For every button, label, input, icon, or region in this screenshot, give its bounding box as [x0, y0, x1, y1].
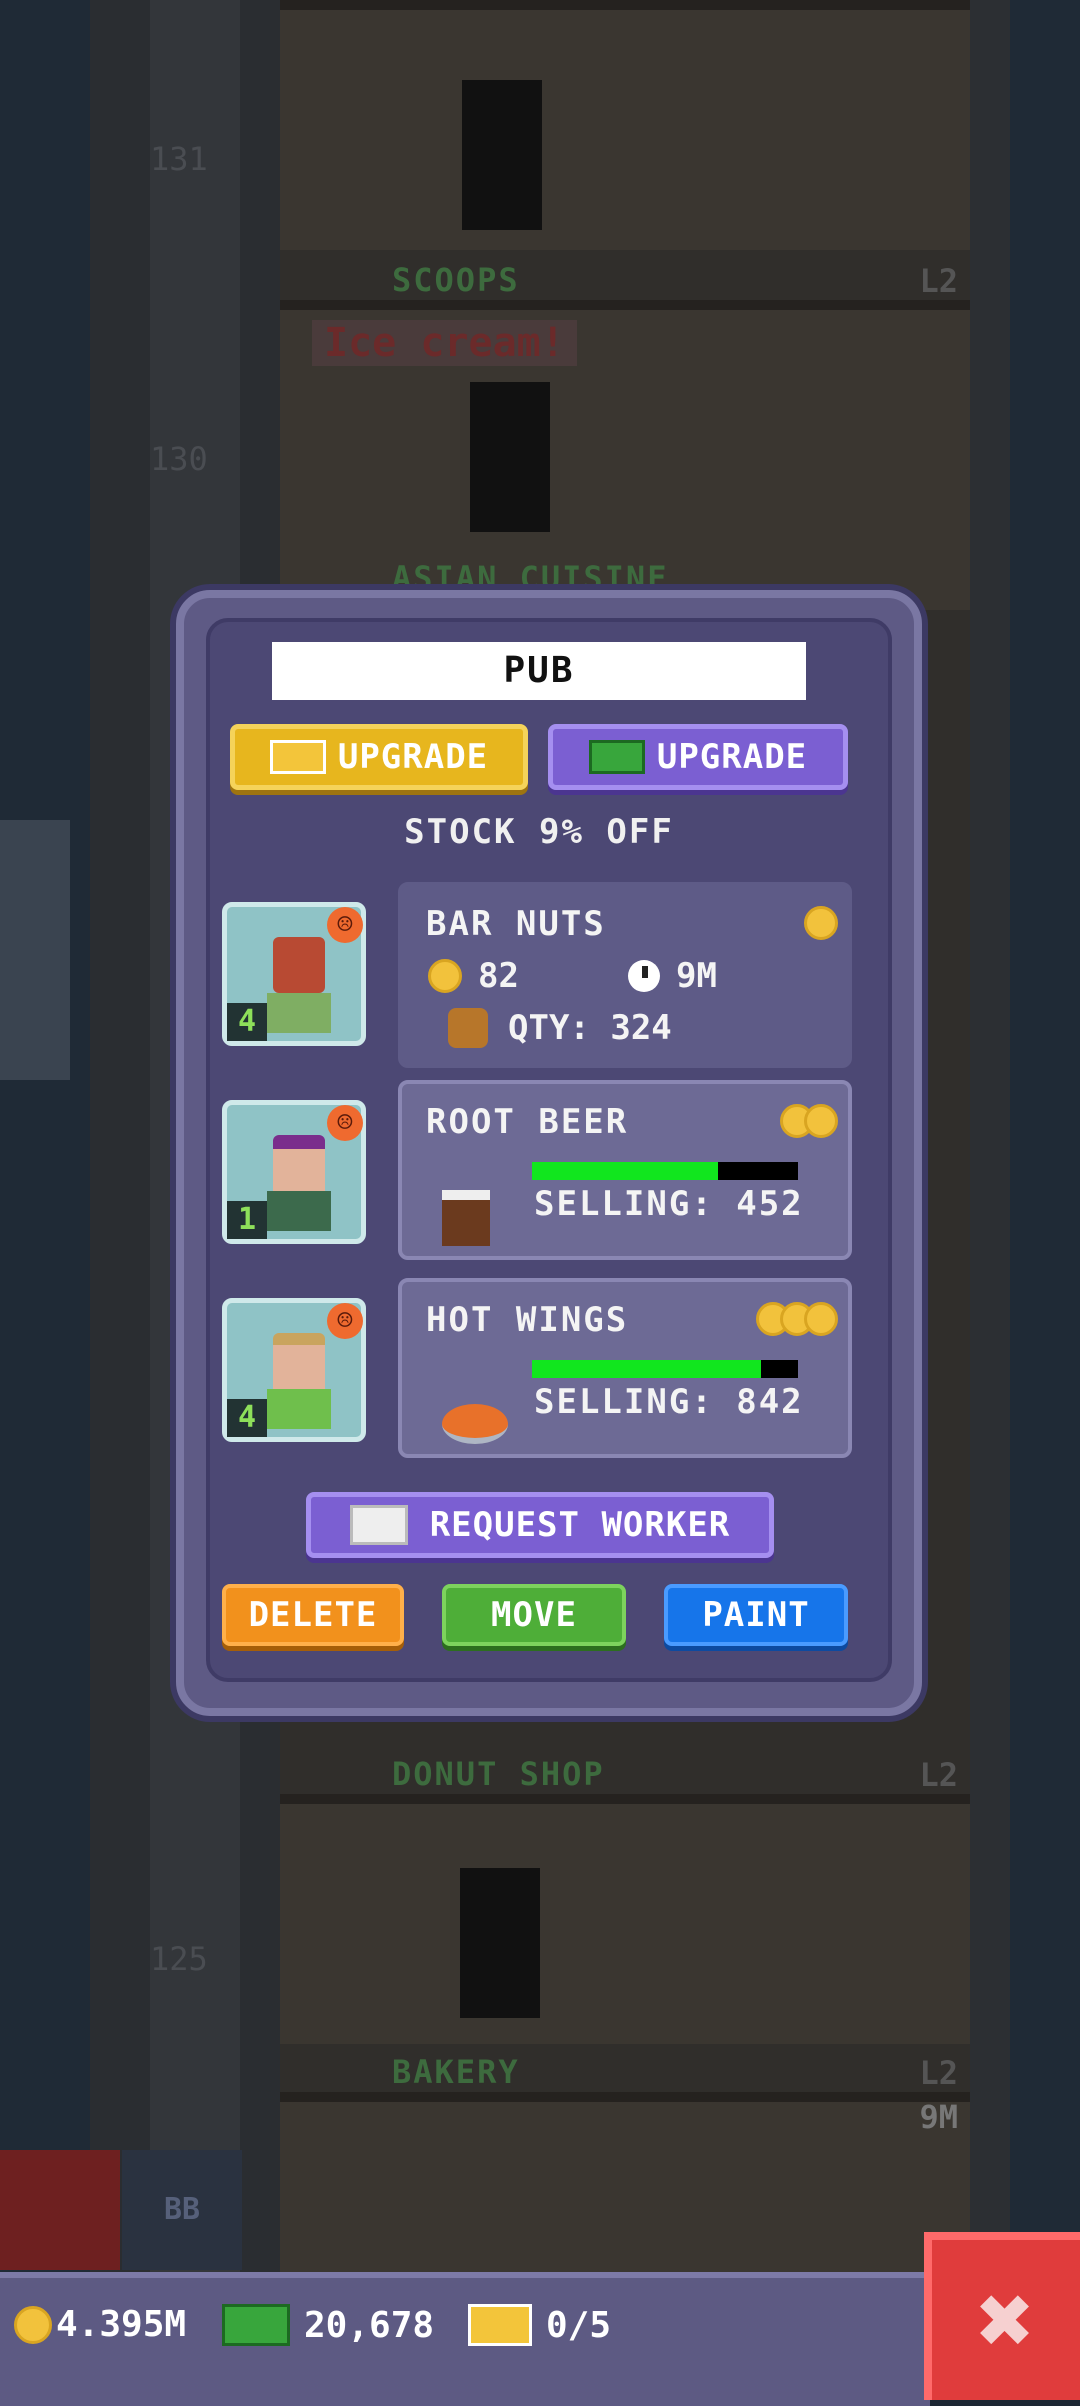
move-button[interactable]: MOVE — [442, 1584, 626, 1646]
selling-count: SELLING: 452 — [534, 1184, 804, 1224]
coin-icon — [804, 1104, 838, 1138]
floor-number: 125 — [150, 1940, 208, 1978]
worker-level: 4 — [227, 1399, 267, 1437]
hot-wings-plate-icon — [442, 1404, 508, 1444]
floor-name-field[interactable]: PUB — [272, 642, 806, 700]
stock-time-value: 9M — [676, 956, 717, 996]
floor-label-bakery: BAKERY — [392, 2053, 520, 2091]
unhappy-face-icon: ☹ — [327, 907, 363, 943]
selling-progress-bar — [532, 1162, 798, 1180]
floor-level: L2 — [919, 1756, 958, 1794]
tower-edge — [970, 0, 1010, 2300]
floor-door — [462, 80, 542, 230]
coin-icon — [14, 2305, 52, 2344]
floor-label-scoops: SCOOPS — [392, 261, 520, 299]
bb-button[interactable]: BB — [122, 2150, 242, 2270]
worker-avatar[interactable]: ☹ 1 — [222, 1100, 366, 1244]
worker-body — [267, 993, 331, 1033]
request-worker-button[interactable]: REQUEST WORKER — [306, 1492, 774, 1558]
upgrade-gold-button[interactable]: UPGRADE — [230, 724, 528, 790]
floor-door — [470, 382, 550, 532]
product-tier-coins — [780, 1104, 838, 1138]
worker-level: 4 — [227, 1003, 267, 1041]
upgrade-bux-label: UPGRADE — [656, 737, 808, 777]
selling-progress-fill — [532, 1162, 719, 1180]
worker-avatar[interactable]: ☹ 4 — [222, 902, 366, 1046]
golden-ticket-icon — [468, 2304, 532, 2346]
floor-level: L2 — [919, 262, 958, 300]
stock-discount-text: STOCK 9% OFF — [404, 812, 674, 852]
coin-icon — [804, 906, 838, 940]
product-name: HOT WINGS — [426, 1300, 629, 1340]
unhappy-face-icon: ☹ — [327, 1105, 363, 1141]
tower-bux-icon — [222, 2304, 290, 2346]
stock-cost: 82 — [428, 956, 519, 996]
tickets-counter: 0/5 — [468, 2304, 611, 2346]
floor-number: 130 — [150, 440, 208, 478]
clock-icon — [628, 960, 660, 992]
floor-bakery[interactable] — [280, 2092, 970, 2282]
coins-value: 4.395M — [56, 2304, 187, 2345]
product-name: BAR NUTS — [426, 904, 606, 944]
floor-level: L2 — [919, 2054, 958, 2092]
ice-cream-sign: Ice cream! — [312, 320, 577, 366]
coin-icon — [804, 1302, 838, 1336]
unhappy-face-icon: ☹ — [327, 1303, 363, 1339]
delete-button[interactable]: DELETE — [222, 1584, 404, 1646]
floor-door — [460, 1868, 540, 2018]
worker-body — [267, 1191, 331, 1231]
bar-nuts-icon — [448, 1008, 488, 1048]
worker-avatar[interactable]: ☹ 4 — [222, 1298, 366, 1442]
selling-progress-bar — [532, 1360, 798, 1378]
root-beer-mug-icon — [442, 1190, 490, 1246]
close-button[interactable]: ✖ — [924, 2232, 1080, 2400]
request-worker-label: REQUEST WORKER — [429, 1505, 731, 1545]
cloud — [0, 820, 70, 1080]
resource-bar: 4.395M 20,678 0/5 — [0, 2272, 930, 2406]
product-slot-root-beer[interactable]: ROOT BEER SELLING: 452 — [398, 1080, 852, 1260]
upgrade-gold-label: UPGRADE — [337, 737, 489, 777]
paint-button[interactable]: PAINT — [664, 1584, 848, 1646]
coin-icon — [428, 959, 462, 993]
worker-body — [267, 1389, 331, 1429]
elevator-button[interactable] — [0, 2150, 120, 2270]
product-slot-hot-wings[interactable]: HOT WINGS SELLING: 842 — [398, 1278, 852, 1458]
selling-progress-fill — [532, 1360, 761, 1378]
close-icon: ✖ — [977, 2264, 1035, 2376]
stock-qty: QTY: 324 — [448, 1008, 672, 1048]
bakery-timer: 9M — [919, 2098, 958, 2136]
tower-bux-icon — [588, 740, 645, 774]
floor-131[interactable] — [280, 0, 970, 250]
golden-ticket-icon — [269, 740, 326, 774]
bux-counter: 20,678 — [222, 2304, 434, 2346]
product-tier-coins — [804, 906, 838, 940]
stock-cost-value: 82 — [478, 956, 519, 996]
stock-time: 9M — [628, 956, 717, 996]
coins-counter: 4.395M — [14, 2304, 186, 2345]
worker-level: 1 — [227, 1201, 267, 1239]
envelope-icon — [349, 1505, 408, 1545]
floor-number: 131 — [150, 140, 208, 178]
tickets-value: 0/5 — [546, 2304, 612, 2346]
floor-label-donut-shop: DONUT SHOP — [392, 1755, 605, 1793]
selling-count: SELLING: 842 — [534, 1382, 804, 1422]
bux-value: 20,678 — [304, 2304, 435, 2346]
stock-qty-value: QTY: 324 — [508, 1008, 672, 1048]
floor-donut-shop[interactable] — [280, 1794, 970, 2044]
product-tier-coins — [756, 1302, 838, 1336]
upgrade-bux-button[interactable]: UPGRADE — [548, 724, 848, 790]
product-slot-bar-nuts[interactable]: BAR NUTS 82 9M QTY: 324 — [398, 882, 852, 1068]
product-name: ROOT BEER — [426, 1102, 629, 1142]
worker-face — [273, 937, 325, 993]
